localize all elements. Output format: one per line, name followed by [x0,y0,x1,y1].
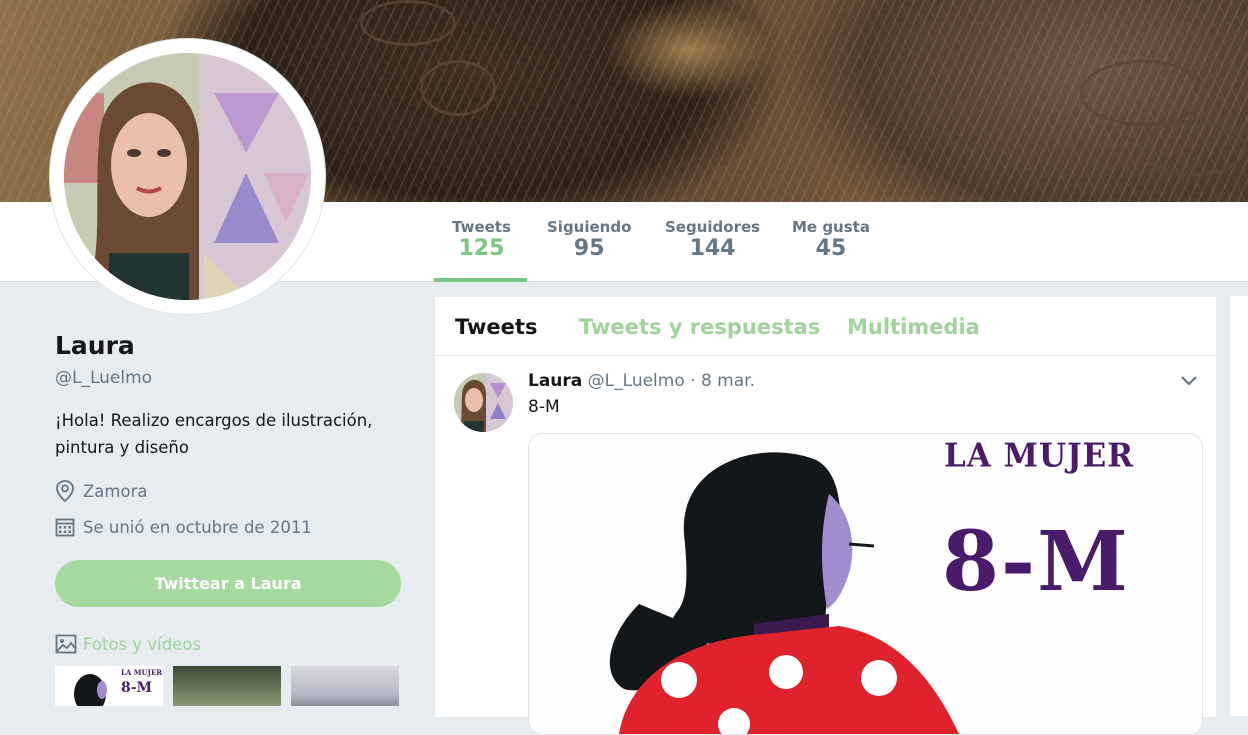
profile-location-text: Zamora [83,481,148,501]
thumbnail-subtitle: 8-M [121,680,153,696]
tweet-author-name[interactable]: Laura [528,371,582,391]
banner-lace [1080,60,1206,126]
stat-following[interactable]: Siguiendo 95 [547,218,631,261]
stat-likes-value: 45 [815,236,847,261]
profile-bio: ¡Hola! Realizo encargos de ilustración, … [55,411,373,457]
stat-tweets-value: 125 [458,236,505,261]
profile-joined-text: Se unió en octubre de 2011 [83,517,312,537]
tweet-separator: · [690,371,696,391]
profile-location: Zamora [55,480,147,502]
tab-tweets-and-replies[interactable]: Tweets y respuestas [579,315,820,339]
timeline-tabs: Tweets Tweets y respuestas Multimedia [435,297,1216,356]
tweet-to-button[interactable]: Twittear a Laura [55,560,401,607]
profile-avatar[interactable] [64,53,311,300]
photos-videos-label: Fotos y vídeos [83,634,202,654]
stat-tweets-label: Tweets [452,218,511,236]
poster-subtitle: 8-M [942,514,1130,610]
photo-thumbnail[interactable]: LA MUJER 8-M [55,666,163,706]
profile-handle: @L_Luelmo [55,368,153,388]
tab-tweets[interactable]: Tweets [455,315,537,339]
stat-followers-value: 144 [689,236,736,261]
stat-likes[interactable]: Me gusta 45 [792,218,870,261]
tweet-media-image[interactable]: LA MUJER 8-M [528,433,1203,735]
thumbnail-title: LA MUJER [121,668,163,677]
photo-thumbnail[interactable] [173,666,281,706]
timeline-card: Tweets Tweets y respuestas Multimedia La… [434,296,1217,735]
photo-thumbnail[interactable] [291,666,399,706]
tweet-author-handle[interactable]: @L_Luelmo [588,371,685,391]
tweet-header: Laura @L_Luelmo · 8 mar. [528,371,755,391]
stat-followers[interactable]: Seguidores 144 [665,218,760,261]
profile-name: Laura [55,331,135,360]
stat-likes-label: Me gusta [792,218,870,236]
tweet-text: 8-M [528,397,560,417]
stat-followers-label: Seguidores [665,218,761,236]
banner-lace [360,0,456,46]
stat-following-label: Siguiendo [547,218,632,236]
profile-joined: Se unió en octubre de 2011 [55,517,312,537]
tab-media[interactable]: Multimedia [847,315,980,339]
right-sidebar-edge [1230,296,1248,716]
calendar-icon [55,518,75,537]
tweet-author-avatar[interactable] [454,373,513,432]
stat-tweets[interactable]: Tweets 125 [452,218,511,261]
tweet-avatar-image [454,373,513,432]
location-pin-icon [56,480,74,502]
banner-lace [420,60,496,116]
avatar-image [64,53,311,300]
image-icon [55,634,77,654]
banner-lace [1140,120,1246,176]
poster-title: LA MUJER [944,437,1135,475]
stat-following-value: 95 [573,236,605,261]
active-stat-indicator [434,278,527,282]
chevron-down-icon[interactable] [1180,375,1198,387]
tweet-date[interactable]: 8 mar. [701,371,755,391]
photos-videos-link[interactable]: Fotos y vídeos [55,634,201,654]
